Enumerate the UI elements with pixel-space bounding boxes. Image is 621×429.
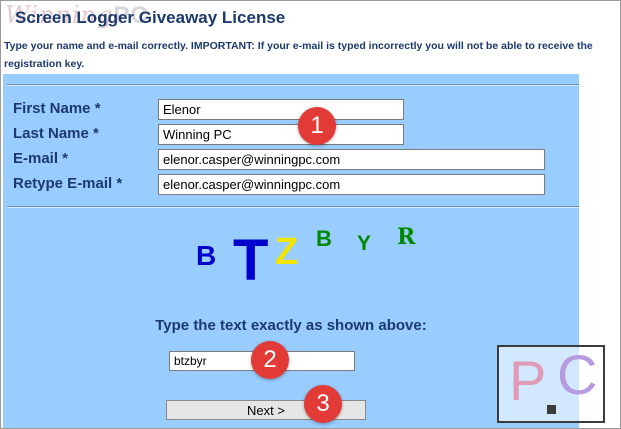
retype-email-input[interactable] [158,174,545,195]
logo-dot [547,405,556,414]
email-label: E-mail * [13,150,69,167]
divider-middle [7,206,579,208]
captcha-char-2: T [233,228,269,293]
last-name-input[interactable] [158,124,404,145]
last-name-label: Last Name * [13,125,99,142]
page-title: Screen Logger Giveaway License [15,8,286,27]
captcha-char-3: Z [275,231,299,273]
step-badge-3: 3 [304,385,342,423]
divider-top [7,84,579,86]
email-input[interactable] [158,149,545,170]
captcha-char-1: B [196,240,217,271]
logo-letter-c: C [557,343,598,406]
captcha-prompt: Type the text exactly as shown above: [155,317,427,334]
license-form-panel: First Name * Last Name * E-mail * Retype… [3,74,579,428]
first-name-label: First Name * [13,100,101,117]
step-badge-1: 1 [298,107,336,145]
step-badge-2: 2 [251,341,289,379]
winningpc-logo: P C [497,345,605,423]
first-name-input[interactable] [158,99,404,120]
instructions-text: Type your name and e-mail correctly. IMP… [4,40,593,70]
retype-email-label: Retype E-mail * [13,175,123,192]
captcha-char-6: R [397,224,416,250]
logo-letter-p: P [509,349,547,412]
license-page: WinningPC Screen Logger Giveaway License… [0,0,621,429]
captcha-char-5: Y [357,232,372,255]
captcha-char-4: B [316,226,332,251]
